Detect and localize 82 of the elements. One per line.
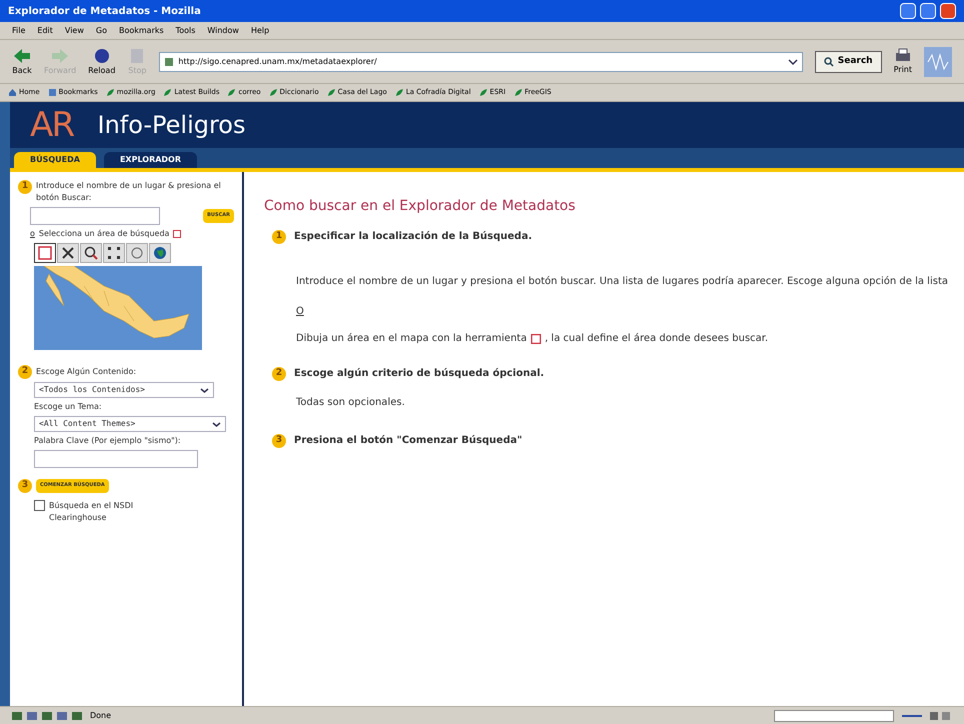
checkbox[interactable] (34, 500, 45, 511)
place-input-field[interactable] (30, 207, 160, 225)
zoom-icon (84, 246, 98, 260)
leaf-icon (163, 88, 172, 97)
step-text: Todas son opcionales. (295, 396, 406, 410)
close-icon (61, 246, 75, 260)
area-label: Selecciona un área de búsqueda (38, 228, 170, 240)
rectangle-tool-icon (173, 230, 182, 238)
menu-item[interactable]: Tools (176, 24, 196, 36)
step-heading: Presiona el botón "Comenzar Búsqueda" (294, 434, 522, 448)
page-icon (164, 56, 174, 66)
connection-icons-drawing (902, 710, 952, 720)
address-text: http://sigo.cenapred.unam.mx/metadataexplorer/ (178, 56, 378, 68)
step-heading: Especificar la localización de la Búsqueda. (294, 230, 532, 244)
leaf-icon (326, 88, 336, 97)
back-arrow-icon (12, 46, 32, 64)
map-tool-button[interactable] (57, 243, 79, 263)
menu-item[interactable]: Edit (37, 24, 53, 36)
map-tool-button[interactable] (149, 243, 171, 263)
step-number: 1 (18, 180, 32, 194)
map-tool-button[interactable] (80, 243, 102, 263)
leaf-icon (106, 88, 115, 97)
status-icons-drawing (12, 710, 82, 720)
toolbar-button[interactable]: Reload (88, 46, 116, 76)
tab[interactable]: EXPLORADOR (104, 152, 198, 168)
step-text: , la cual define el área donde desees buscar. (544, 332, 768, 346)
site-title: Info-Peligros (97, 110, 246, 141)
forward-arrow-icon (50, 46, 70, 64)
step-number: 3 (272, 434, 286, 448)
menu-item[interactable]: Help (250, 24, 270, 36)
step-number: 2 (18, 365, 32, 379)
printer-icon (894, 48, 912, 64)
step-text: Dibuja un área en el mapa con la herramienta (296, 332, 527, 346)
print-button[interactable]: Print (894, 48, 912, 76)
leaf-icon (478, 88, 488, 97)
menu-item[interactable]: Go (96, 24, 107, 36)
step-number: 1 (272, 230, 286, 244)
instruction-text: Introduce el nombre de un lugar & presiona el botón Buscar: (36, 180, 222, 204)
or-text: O (295, 305, 305, 319)
maximize-button[interactable] (920, 3, 936, 19)
rectangle-tool-icon (38, 246, 52, 260)
content-label: Escoge Algún Contenido: (36, 366, 136, 378)
window-title: Explorador de Metadatos - Mozilla (8, 4, 201, 18)
step-number: 2 (272, 366, 286, 380)
or-text: o (30, 228, 35, 240)
bookmarks-icon (48, 88, 57, 97)
search-button[interactable]: Search (814, 50, 882, 72)
step-number: 3 (18, 479, 32, 493)
home-icon (8, 88, 17, 97)
map-tool-button[interactable] (34, 243, 56, 263)
leaf-icon (268, 88, 278, 97)
leaf-icon (227, 88, 236, 97)
address-field[interactable]: http://sigo.cenapred.unam.mx/metadataexplorer/ (159, 52, 803, 72)
close-button[interactable] (940, 3, 956, 19)
step-text: Introduce el nombre de un lugar y presiona el botón buscar. Una lista de lugares podría aparecer. Escoge alguna opción de la lista (295, 275, 950, 289)
site-logo: AR (30, 108, 74, 142)
leaf-icon (514, 88, 523, 97)
select-value: <All Content Themes> (39, 418, 136, 430)
rectangle-tool-icon (530, 334, 541, 344)
keyword-input-field[interactable] (34, 450, 198, 468)
content-title: Como buscar en el Explorador de Metadatos (264, 197, 576, 216)
theme-label: Escoge un Tema: (34, 401, 103, 413)
leaf-icon (394, 88, 404, 97)
map-tool-button[interactable] (103, 243, 125, 263)
select-value: <Todos los Contenidos> (39, 384, 145, 396)
menu-item[interactable]: View (64, 24, 84, 36)
throbber-icon (924, 46, 952, 76)
theme-select[interactable]: <All Content Themes> (34, 416, 226, 432)
minimize-button[interactable] (900, 3, 916, 19)
menu-item[interactable]: File (12, 24, 26, 36)
tab[interactable]: BÚSQUEDA (14, 152, 96, 168)
menu-item[interactable]: Window (207, 24, 239, 36)
checkbox-label: Búsqueda en el NSDI Clearinghouse (49, 500, 134, 524)
globe-icon (153, 246, 167, 260)
content-select[interactable]: <Todos los Contenidos> (34, 382, 214, 398)
step-heading: Escoge algún criterio de búsqueda ópcional. (294, 367, 544, 381)
menu-item[interactable]: Bookmarks (118, 24, 164, 36)
dots-icon (107, 246, 121, 260)
keyword-label: Palabra Clave (Por ejemplo "sismo"): (34, 435, 182, 447)
search-icon (824, 56, 834, 66)
toolbar-button[interactable]: Back (12, 46, 32, 76)
status-text: Done (90, 710, 112, 722)
